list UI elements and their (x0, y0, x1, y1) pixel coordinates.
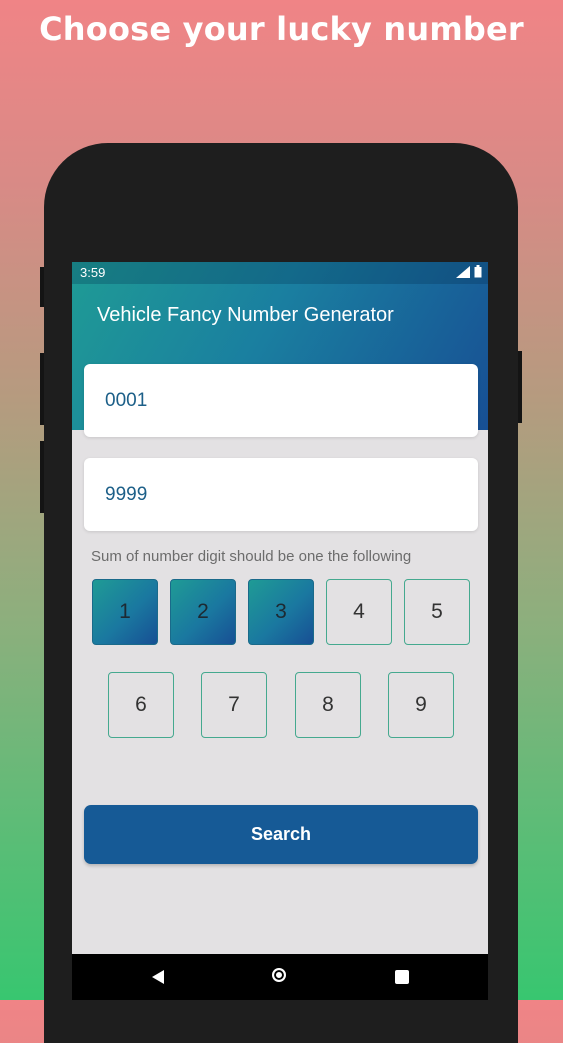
recents-icon[interactable] (395, 970, 409, 984)
search-button[interactable]: Search (84, 805, 478, 864)
phone-side-button (40, 353, 44, 425)
digit-button-4[interactable]: 4 (326, 579, 392, 645)
phone-side-button (40, 441, 44, 513)
digit-button-5[interactable]: 5 (404, 579, 470, 645)
app-screen: 3:59 Vehicle Fancy Number Generator Sum … (72, 262, 488, 1000)
phone-side-button (40, 267, 44, 307)
digit-button-7[interactable]: 7 (201, 672, 267, 738)
phone-power-button (518, 351, 522, 423)
status-bar: 3:59 (72, 262, 488, 284)
digit-button-9[interactable]: 9 (388, 672, 454, 738)
digit-button-3[interactable]: 3 (248, 579, 314, 645)
digit-button-1[interactable]: 1 (92, 579, 158, 645)
status-time: 3:59 (80, 265, 106, 280)
digit-button-8[interactable]: 8 (295, 672, 361, 738)
to-number-input[interactable] (84, 458, 445, 531)
navigation-bar (72, 954, 488, 1000)
to-number-field[interactable] (84, 458, 478, 531)
app-title: Vehicle Fancy Number Generator (97, 304, 394, 326)
battery-icon (474, 265, 482, 278)
home-icon[interactable] (272, 968, 286, 982)
from-number-input[interactable] (84, 364, 445, 437)
signal-icon (456, 265, 470, 278)
digit-sum-hint: Sum of number digit should be one the fo… (91, 548, 412, 565)
back-icon[interactable] (152, 970, 164, 984)
digit-button-6[interactable]: 6 (108, 672, 174, 738)
digit-button-2[interactable]: 2 (170, 579, 236, 645)
promo-title: Choose your lucky number (39, 10, 524, 48)
from-number-field[interactable] (84, 364, 478, 437)
